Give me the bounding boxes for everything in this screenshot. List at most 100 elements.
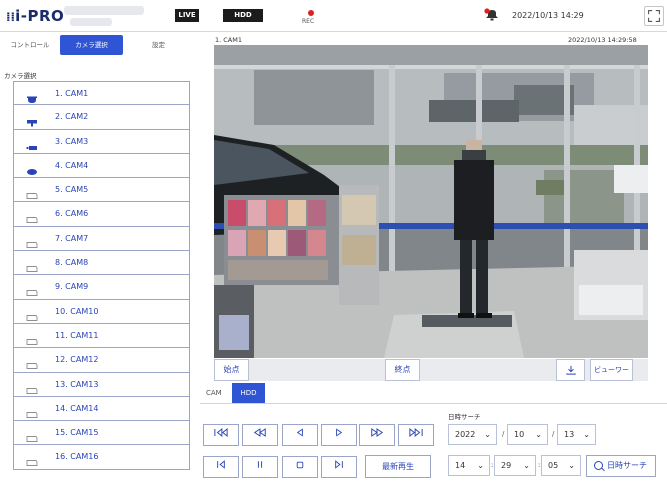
fast-rewind-button[interactable] <box>242 424 278 446</box>
camera-list-item[interactable]: 5. CAM5 <box>13 178 190 203</box>
skip-to-end-button[interactable] <box>398 424 434 446</box>
camera-list-item[interactable]: 12. CAM12 <box>13 348 190 373</box>
camera-outline-icon <box>26 209 38 224</box>
tab-settings[interactable]: 設定 <box>123 35 194 55</box>
camera-list-item[interactable]: 11. CAM11 <box>13 323 190 349</box>
reverse-play-icon <box>296 428 303 437</box>
chevron-down-icon: ⌄ <box>568 461 575 470</box>
brand-logo: ⁞⁞i-PRO <box>6 7 65 25</box>
camera-list-item[interactable]: 3. CAM3 <box>13 129 190 154</box>
stop-button[interactable] <box>282 456 318 478</box>
fast-forward-button[interactable] <box>359 424 395 446</box>
fullscreen-icon[interactable] <box>644 6 664 26</box>
camera-name: 1. CAM1 <box>55 89 89 98</box>
rec-label: REC <box>302 18 315 25</box>
camera-outline-icon <box>26 452 38 467</box>
camera-name: 16. CAM16 <box>55 452 99 462</box>
chevron-down-icon: ⌄ <box>477 461 484 470</box>
video-timestamp: 2022/10/13 14:29:58 <box>568 36 637 44</box>
next-frame-icon <box>335 460 343 469</box>
bullet-camera-icon <box>26 137 38 150</box>
camera-outline-icon <box>26 404 38 418</box>
camera-outline-icon <box>26 234 38 248</box>
camera-name: 2. CAM2 <box>55 112 89 122</box>
camera-list-item[interactable]: 1. CAM1 <box>13 81 190 106</box>
viewer-button[interactable]: ビューワー <box>590 359 633 381</box>
video-frame-image <box>214 45 648 358</box>
chevron-down-icon: ⌄ <box>523 461 530 470</box>
date-separator: / <box>502 430 505 438</box>
source-tab-hdd[interactable]: HDD <box>232 383 265 403</box>
hdd-button[interactable]: HDD <box>223 9 263 22</box>
camera-list-item[interactable]: 14. CAM14 <box>13 396 190 422</box>
camera-name: 14. CAM14 <box>55 403 99 413</box>
camera-list-item[interactable]: 9. CAM9 <box>13 275 190 300</box>
reverse-play-button[interactable] <box>282 424 318 446</box>
camera-list-item[interactable]: 13. CAM13 <box>13 372 190 397</box>
chevron-down-icon: ⌄ <box>484 430 491 439</box>
camera-name: 3. CAM3 <box>55 136 89 146</box>
download-button[interactable] <box>556 359 585 381</box>
previous-frame-button[interactable] <box>203 456 239 478</box>
alarm-bell-icon[interactable] <box>484 8 500 22</box>
camera-name: 12. CAM12 <box>55 355 99 365</box>
tab-camera-select[interactable]: カメラ選択 <box>60 35 123 55</box>
live-button[interactable]: LIVE <box>175 9 199 22</box>
year-select[interactable]: 2022 ⌄ <box>448 424 497 445</box>
camera-list-item[interactable]: 16. CAM16 <box>13 445 190 470</box>
chevron-down-icon: ⌄ <box>535 430 542 439</box>
play-button[interactable] <box>321 424 357 446</box>
camera-outline-icon <box>26 307 38 321</box>
section-title: カメラ選択 <box>4 72 37 80</box>
skip-to-end-icon <box>409 427 423 438</box>
camera-list-item[interactable]: 6. CAM6 <box>13 202 190 227</box>
camera-list-item[interactable]: 8. CAM8 <box>13 251 190 276</box>
video-player[interactable] <box>214 45 648 358</box>
clip-end-button[interactable]: 終点 <box>385 359 420 381</box>
pause-button[interactable] <box>242 456 278 478</box>
camera-list-item[interactable]: 7. CAM7 <box>13 226 190 252</box>
camera-name: 11. CAM11 <box>55 330 99 340</box>
fast-forward-icon <box>371 428 384 437</box>
camera-list-item[interactable]: 4. CAM4 <box>13 153 190 179</box>
latest-playback-button[interactable]: 最新再生 <box>365 455 431 478</box>
previous-frame-icon <box>217 460 225 469</box>
hour-select[interactable]: 14 ⌄ <box>448 455 490 476</box>
camera-list-item[interactable]: 2. CAM2 <box>13 105 190 130</box>
camera-outline-icon <box>26 380 38 394</box>
camera-name: 8. CAM8 <box>55 258 89 268</box>
video-camera-title: 1. CAM1 <box>215 36 242 44</box>
clip-start-button[interactable]: 始点 <box>214 359 249 381</box>
camera-name: 15. CAM15 <box>55 428 99 438</box>
skip-to-start-button[interactable] <box>203 424 239 446</box>
camera-list-item[interactable]: 15. CAM15 <box>13 421 190 446</box>
box-camera-icon <box>26 112 38 127</box>
month-select[interactable]: 10 ⌄ <box>507 424 548 445</box>
camera-outline-icon <box>26 428 38 443</box>
camera-outline-icon <box>26 282 38 297</box>
camera-name: 10. CAM10 <box>55 306 99 316</box>
next-frame-button[interactable] <box>321 456 357 478</box>
search-icon <box>594 461 603 470</box>
download-icon <box>565 365 576 375</box>
camera-list-item[interactable]: 10. CAM10 <box>13 299 190 324</box>
stop-icon <box>296 461 304 469</box>
left-panel-tabs: コントロール カメラ選択 設定 <box>0 35 194 55</box>
device-address-redacted <box>70 18 112 26</box>
minute-select[interactable]: 29 ⌄ <box>494 455 536 476</box>
time-separator: : <box>538 461 541 469</box>
camera-name: 5. CAM5 <box>55 185 89 195</box>
date-separator: / <box>552 430 555 438</box>
second-select[interactable]: 05 ⌄ <box>541 455 581 476</box>
current-datetime: 2022/10/13 14:29 <box>512 11 584 20</box>
tab-control[interactable]: コントロール <box>0 35 60 55</box>
divider <box>200 403 667 404</box>
chevron-down-icon: ⌄ <box>583 430 590 439</box>
camera-name: 4. CAM4 <box>55 160 89 170</box>
date-search-button[interactable]: 日時サーチ <box>586 455 656 477</box>
skip-to-start-icon <box>214 427 228 438</box>
camera-name: 6. CAM6 <box>55 209 89 219</box>
source-tab-cam[interactable]: CAM <box>206 389 222 397</box>
camera-outline-icon <box>26 185 38 200</box>
day-select[interactable]: 13 ⌄ <box>557 424 596 445</box>
